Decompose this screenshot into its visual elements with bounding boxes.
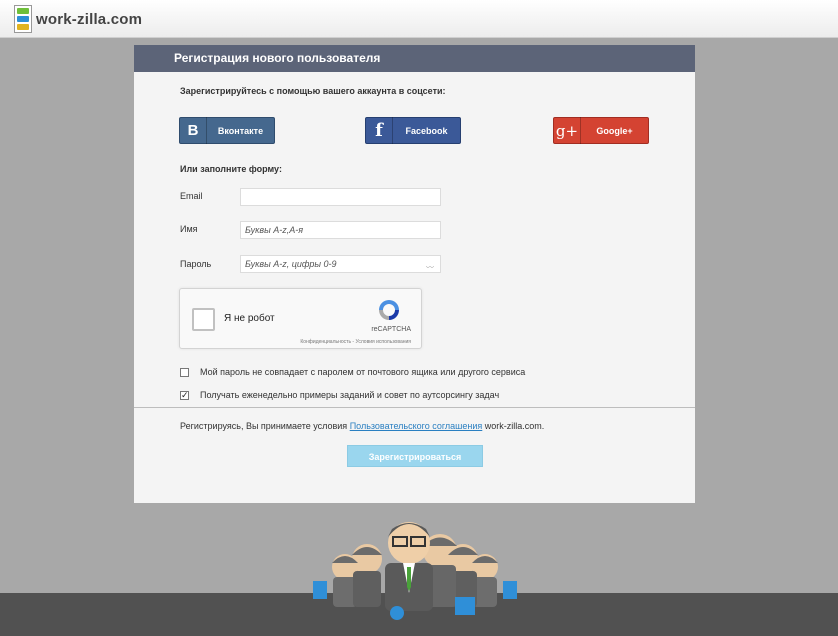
social-title: Зарегистрируйтесь с помощью вашего аккау… [180, 86, 446, 96]
google-plus-icon: g+ [554, 117, 581, 144]
name-label: Имя [180, 224, 198, 234]
newsletter-checkbox[interactable]: ✓ [180, 390, 189, 400]
checklist-logo-icon [14, 5, 32, 33]
user-agreement-link[interactable]: Пользовательского соглашения [350, 421, 483, 431]
password-mismatch-checkbox[interactable] [180, 367, 189, 377]
panel-title: Регистрация нового пользователя [134, 45, 695, 72]
logo[interactable]: work-zilla.com [14, 3, 142, 35]
form-title: Или заполните форму: [180, 164, 282, 174]
name-field[interactable]: Буквы A-z,А-я [240, 221, 441, 239]
recaptcha-links[interactable]: Конфиденциальность - Условия использован… [300, 339, 411, 345]
logo-text: work-zilla.com [36, 10, 143, 28]
password-strength-icon: 〰 [426, 263, 434, 272]
agreement-prefix: Регистрируясь, Вы принимаете условия [180, 421, 350, 431]
recaptcha-label: Я не робот [224, 313, 275, 324]
password-label: Пароль [180, 259, 212, 269]
google-label: Google+ [596, 125, 633, 136]
password-field[interactable]: Буквы A-z, цифры 0-9 〰 [240, 255, 441, 273]
divider [134, 407, 695, 408]
password-mismatch-option[interactable]: Мой пароль не совпадает с паролем от поч… [180, 367, 525, 377]
vk-label: Вконтакте [217, 125, 264, 136]
top-bar: work-zilla.com [0, 0, 838, 38]
agreement-text: Регистрируясь, Вы принимаете условия Пол… [180, 421, 544, 431]
vk-login-button[interactable]: B Вконтакте [179, 117, 275, 144]
recaptcha-widget: Я не робот reCAPTCHA Конфиденциальность … [179, 288, 422, 349]
newsletter-label: Получать еженедельно примеры заданий и с… [200, 390, 500, 400]
recaptcha-brand: reCAPTCHA [371, 326, 411, 333]
facebook-label: Facebook [405, 125, 448, 136]
facebook-login-button[interactable]: f Facebook [365, 117, 461, 144]
vk-icon: B [180, 117, 207, 144]
mascot-illustration [313, 522, 517, 620]
email-label: Email [180, 191, 203, 201]
password-mismatch-label: Мой пароль не совпадает с паролем от поч… [200, 367, 526, 377]
email-field[interactable] [240, 188, 441, 206]
google-login-button[interactable]: g+ Google+ [553, 117, 649, 144]
registration-panel: Регистрация нового пользователя Зарегист… [134, 45, 695, 503]
newsletter-option[interactable]: ✓ Получать еженедельно примеры заданий и… [180, 390, 499, 400]
recaptcha-logo-icon [379, 300, 399, 320]
password-placeholder: Буквы A-z, цифры 0-9 [245, 259, 337, 269]
register-button[interactable]: Зарегистрироваться [347, 445, 483, 467]
facebook-icon: f [366, 117, 393, 144]
agreement-suffix: work-zilla.com. [482, 421, 545, 431]
recaptcha-checkbox[interactable] [192, 308, 215, 331]
